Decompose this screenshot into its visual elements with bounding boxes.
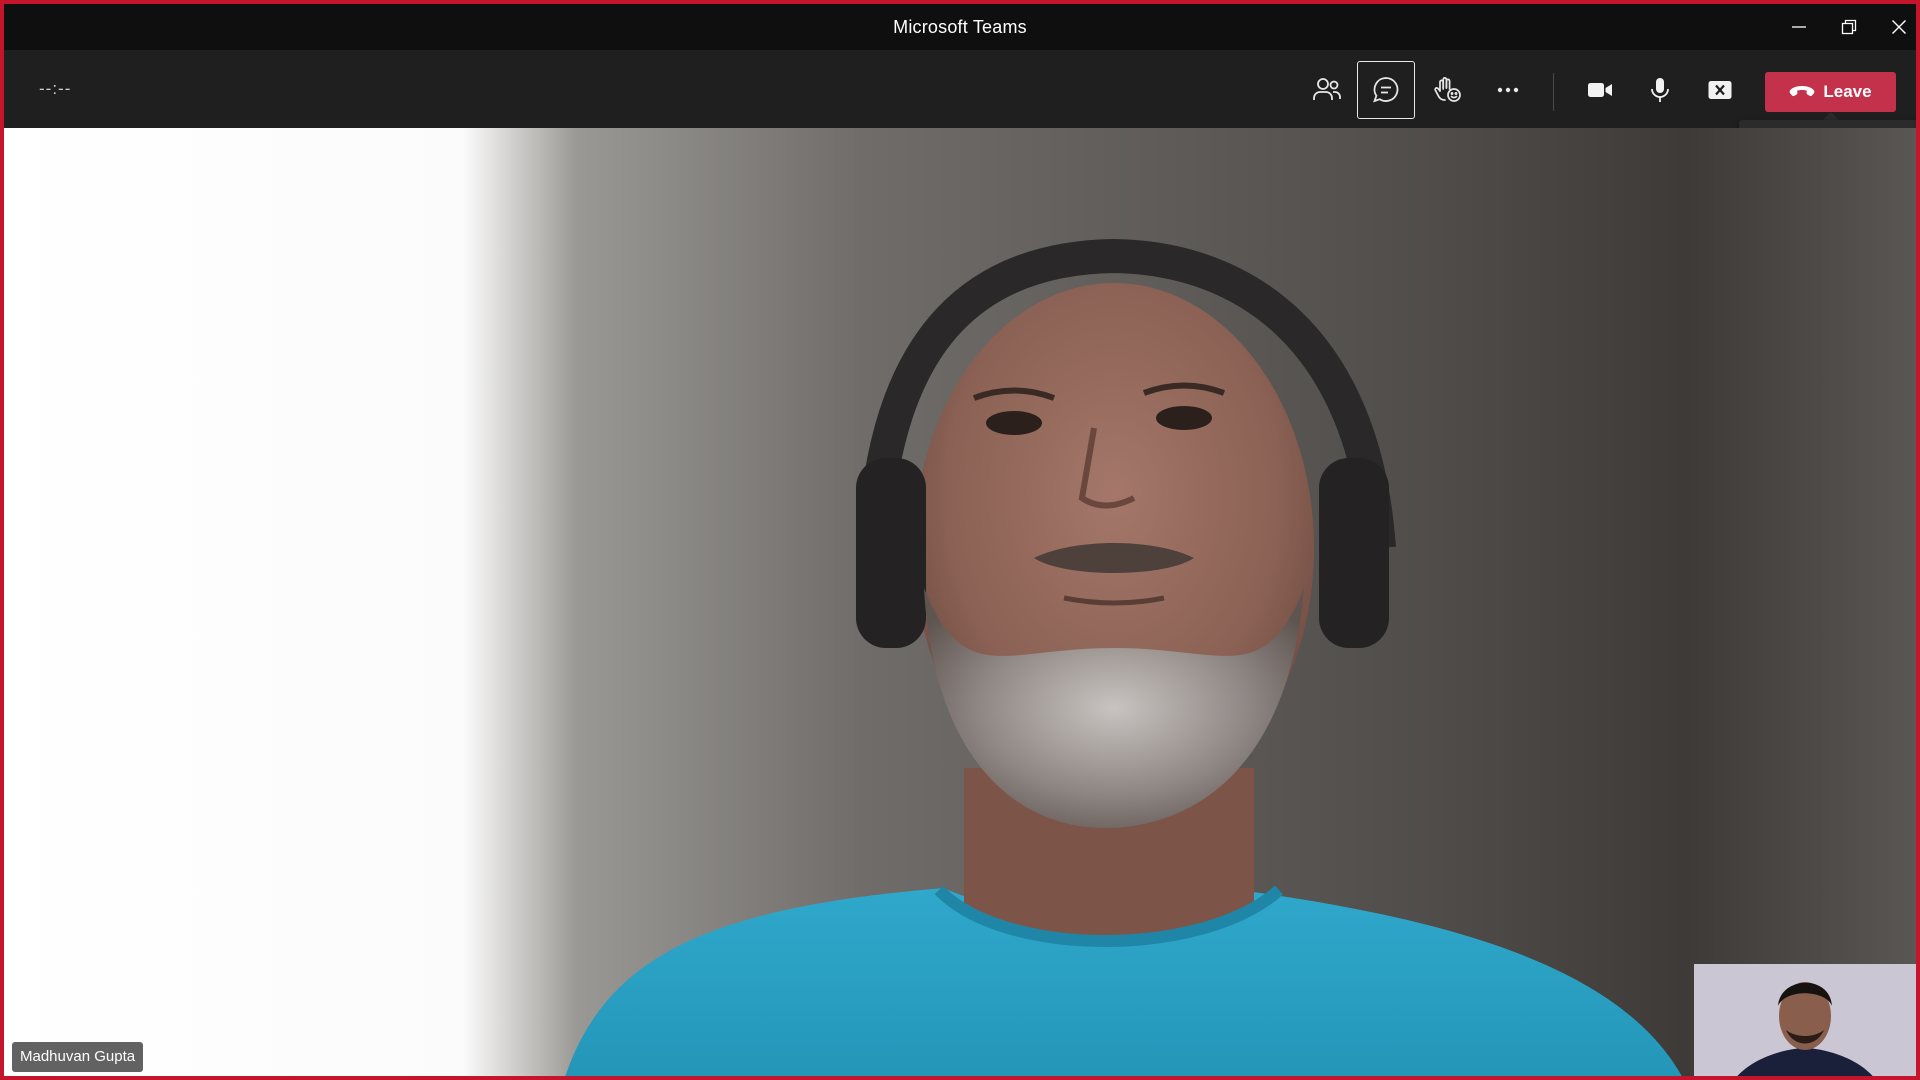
raise-hand-icon	[1434, 77, 1461, 102]
microphone-button[interactable]	[1631, 61, 1689, 119]
people-icon	[1313, 78, 1341, 100]
restore-button[interactable]	[1824, 4, 1874, 50]
more-icon	[1497, 87, 1519, 93]
more-actions-button[interactable]	[1479, 61, 1537, 119]
video-stage: Madhuvan Gupta	[4, 128, 1916, 1076]
call-timer: --:--	[39, 79, 72, 98]
tooltip-arrow	[1823, 112, 1839, 120]
leave-label: Leave	[1823, 82, 1872, 101]
microphone-icon	[1651, 78, 1669, 102]
hang-up-icon	[1789, 85, 1815, 99]
show-participants-button[interactable]	[1298, 61, 1356, 119]
self-view-video[interactable]	[1694, 964, 1916, 1076]
teams-window: Microsoft Teams --:-- Leave Madhuvan Gup…	[0, 0, 1920, 1080]
self-view-image	[1694, 964, 1916, 1076]
close-button[interactable]	[1874, 4, 1916, 50]
minimize-icon	[1792, 26, 1806, 28]
leave-button[interactable]: Leave	[1765, 72, 1896, 112]
participant-video	[4, 128, 1916, 1076]
camera-button[interactable]	[1571, 61, 1629, 119]
share-tray-icon	[1708, 81, 1732, 99]
participant-name-label: Madhuvan Gupta	[12, 1042, 144, 1072]
camera-icon	[1588, 83, 1612, 97]
raise-hand-button[interactable]	[1419, 61, 1477, 119]
minimize-button[interactable]	[1774, 4, 1824, 50]
show-conversation-button[interactable]	[1357, 61, 1415, 119]
close-icon	[1892, 20, 1906, 34]
title-bar: Microsoft Teams	[4, 4, 1916, 50]
chat-icon	[1373, 77, 1399, 103]
share-tray-button[interactable]	[1691, 61, 1749, 119]
toolbar-divider	[1553, 73, 1554, 111]
window-title: Microsoft Teams	[893, 17, 1027, 37]
call-toolbar: --:-- Leave	[4, 50, 1916, 128]
restore-icon	[1841, 19, 1857, 35]
